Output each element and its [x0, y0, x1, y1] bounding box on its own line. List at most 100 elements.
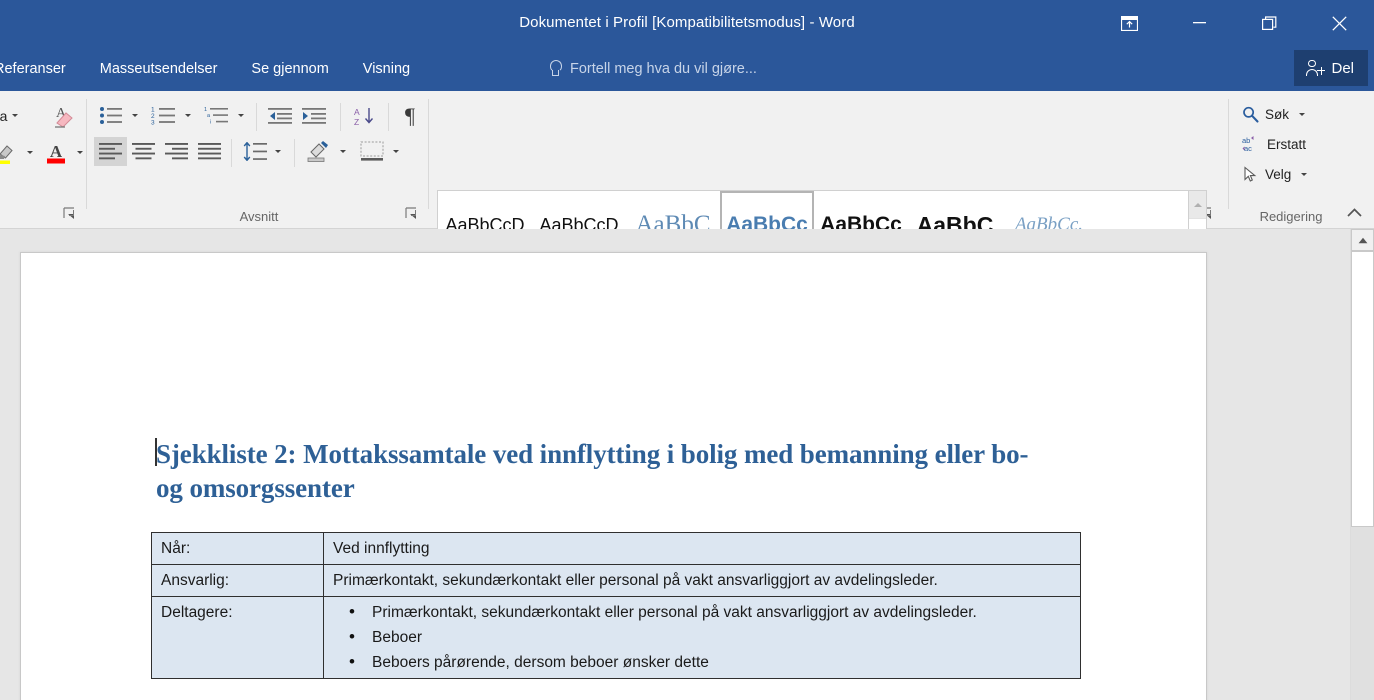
vertical-scrollbar[interactable]: [1350, 229, 1374, 700]
replace-icon: ab ac: [1242, 136, 1254, 153]
bulleted-list-button[interactable]: [94, 101, 127, 130]
shading-dropdown[interactable]: [335, 137, 351, 166]
svg-text:3: 3: [151, 120, 155, 126]
divider: [340, 103, 341, 131]
divider: [294, 139, 295, 167]
tab-visning[interactable]: Visning: [346, 46, 427, 91]
document-heading[interactable]: Sjekkliste 2: Mottakssamtale ved innflyt…: [156, 437, 1046, 505]
table-row[interactable]: Ansvarlig: Primærkontakt, sekundærkontak…: [151, 564, 1081, 597]
select-label: Velg: [1265, 166, 1292, 182]
document-page[interactable]: Sjekkliste 2: Mottakssamtale ved innflyt…: [20, 252, 1207, 700]
search-icon: [1243, 106, 1259, 123]
show-formatting-marks-button[interactable]: ¶: [395, 101, 425, 130]
svg-text:A: A: [50, 142, 63, 161]
scroll-up-button[interactable]: [1351, 229, 1374, 251]
replace-button[interactable]: ab ac Erstatt: [1237, 131, 1311, 157]
tab-referanser[interactable]: Referanser: [0, 46, 83, 91]
bulleted-list-dropdown[interactable]: [127, 101, 143, 130]
chevron-down-icon: [238, 114, 244, 117]
scrollbar-thumb[interactable]: [1351, 251, 1374, 527]
window-controls: [1094, 0, 1374, 46]
borders-button[interactable]: [356, 137, 388, 166]
shading-button[interactable]: [303, 137, 335, 166]
ribbon-display-options-button[interactable]: [1094, 0, 1164, 46]
font-size-dropdown[interactable]: a: [0, 103, 26, 128]
replace-label: Erstatt: [1267, 136, 1307, 152]
select-button[interactable]: Velg: [1237, 161, 1312, 187]
numbered-list-dropdown[interactable]: [180, 101, 196, 130]
ribbon-group-paragraph: 1 2 3 1 a i A Z ¶ Avsnitt: [90, 91, 428, 228]
svg-text:A: A: [354, 107, 360, 117]
table-row[interactable]: Deltagere: Primærkontakt, sekundærkontak…: [151, 596, 1081, 679]
chevron-down-icon: [27, 151, 33, 154]
chevron-down-icon: [185, 114, 191, 117]
borders-dropdown[interactable]: [388, 137, 404, 166]
chevron-up-icon: [1193, 202, 1202, 207]
tab-se-gjennom[interactable]: Se gjennom: [234, 46, 345, 91]
table-cell-label[interactable]: Deltagere:: [151, 596, 324, 679]
list-item[interactable]: Beboer: [333, 624, 1072, 650]
font-dialog-launcher[interactable]: [63, 207, 78, 222]
tell-me-placeholder: Fortell meg hva du vil gjøre...: [570, 60, 757, 77]
table-row[interactable]: Når: Ved innflytting: [151, 532, 1081, 565]
restore-button[interactable]: [1234, 0, 1304, 46]
group-separator: [1228, 99, 1229, 209]
numbered-list-button[interactable]: 1 2 3: [147, 101, 180, 130]
find-button[interactable]: Søk: [1237, 101, 1310, 127]
table-cell-label[interactable]: Når:: [151, 532, 324, 565]
font-color-button[interactable]: A: [40, 139, 72, 166]
table-cell-value[interactable]: Primærkontakt, sekundærkontakt eller per…: [323, 564, 1081, 597]
list-item[interactable]: Primærkontakt, sekundærkontakt eller per…: [333, 599, 1072, 625]
ribbon-tab-bar: Referanser Masseutsendelser Se gjennom V…: [0, 46, 1374, 91]
align-center-button[interactable]: [127, 137, 160, 166]
paragraph-group-label: Avsnitt: [239, 209, 279, 224]
table-cell-value[interactable]: Ved innflytting: [323, 532, 1081, 565]
chevron-down-icon: [12, 114, 19, 117]
chevron-down-icon: [1301, 172, 1308, 176]
ribbon-tabs: Referanser Masseutsendelser Se gjennom V…: [0, 46, 427, 91]
select-icon: [1244, 165, 1257, 182]
multilevel-list-dropdown[interactable]: [233, 101, 249, 130]
person-plus-icon: [1305, 59, 1326, 78]
svg-text:i: i: [210, 120, 211, 126]
chevron-down-icon: [340, 150, 346, 153]
increase-indent-button[interactable]: [298, 101, 331, 130]
clear-formatting-button[interactable]: A: [44, 101, 80, 131]
paragraph-dialog-launcher[interactable]: [405, 207, 420, 222]
tell-me-search[interactable]: Fortell meg hva du vil gjøre...: [548, 46, 757, 91]
table-cell-value[interactable]: Primærkontakt, sekundærkontakt eller per…: [323, 596, 1081, 679]
tab-masseutsendelser[interactable]: Masseutsendelser: [83, 46, 235, 91]
document-canvas[interactable]: Sjekkliste 2: Mottakssamtale ved innflyt…: [0, 229, 1374, 700]
align-left-button[interactable]: [94, 137, 127, 166]
line-spacing-dropdown[interactable]: [270, 137, 286, 166]
chevron-down-icon: [275, 150, 281, 153]
group-separator: [86, 99, 87, 209]
group-separator: [428, 99, 429, 209]
collapse-ribbon-button[interactable]: [1343, 203, 1365, 223]
checklist-table[interactable]: Når: Ved innflytting Ansvarlig: Primærko…: [151, 532, 1081, 679]
scrollbar-track[interactable]: [1351, 527, 1374, 700]
list-item[interactable]: Beboers pårørende, dersom beboer ønsker …: [333, 649, 1072, 675]
justify-button[interactable]: [193, 137, 226, 166]
lightbulb-icon: [548, 60, 562, 77]
close-button[interactable]: [1304, 0, 1374, 46]
styles-scroll-up-button[interactable]: [1189, 191, 1206, 220]
share-label: Del: [1331, 59, 1354, 77]
decrease-indent-button[interactable]: [264, 101, 297, 130]
svg-text:ac: ac: [1244, 144, 1252, 153]
share-button[interactable]: Del: [1294, 50, 1368, 86]
text-highlight-dropdown[interactable]: [22, 139, 38, 166]
find-label: Søk: [1265, 106, 1290, 122]
line-spacing-button[interactable]: [240, 137, 270, 166]
ribbon: a A A 1 2 3 1 a i A Z ¶ Avsnitt AaBbCcD …: [0, 91, 1374, 276]
editing-group-label: Redigering: [1259, 209, 1323, 224]
multilevel-list-button[interactable]: 1 a i: [200, 101, 233, 130]
divider: [256, 103, 257, 131]
table-cell-label[interactable]: Ansvarlig:: [151, 564, 324, 597]
sort-button[interactable]: A Z: [348, 101, 381, 130]
svg-text:a: a: [207, 113, 211, 119]
align-right-button[interactable]: [160, 137, 193, 166]
text-highlight-color-button[interactable]: [0, 139, 22, 166]
chevron-down-icon: [77, 151, 83, 154]
minimize-button[interactable]: [1164, 0, 1234, 46]
